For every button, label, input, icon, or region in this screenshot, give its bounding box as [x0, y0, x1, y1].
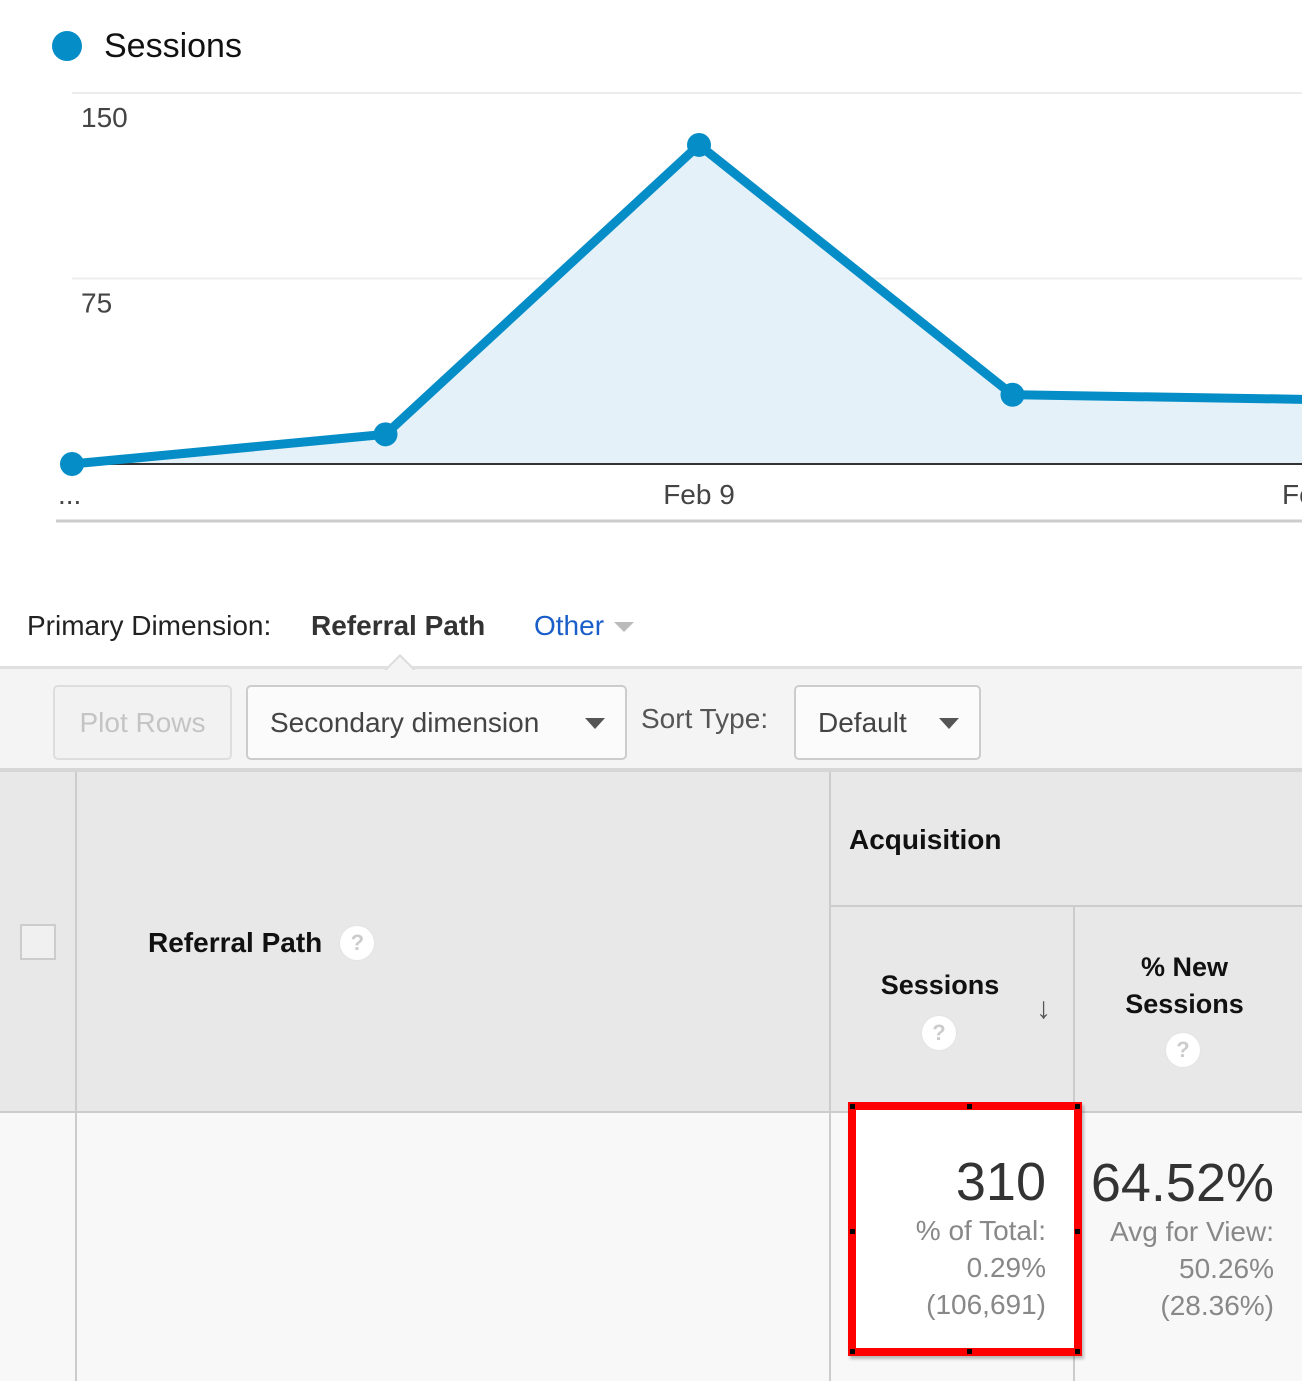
- percent-of-total-label: % of Total:: [915, 1215, 1046, 1246]
- help-icon[interactable]: ?: [1166, 1033, 1200, 1067]
- caret-down-icon: [585, 718, 605, 729]
- acquisition-title: Acquisition: [849, 824, 1002, 855]
- x-tick-label: Feb 9: [663, 479, 735, 510]
- help-icon[interactable]: ?: [340, 926, 375, 960]
- resize-handle-icon: [1075, 1229, 1080, 1234]
- sessions-area: [72, 144, 1302, 464]
- new-sessions-title-line2: Sessions: [1125, 989, 1244, 1019]
- sessions-summary: 310 % of Total: 0.29% (106,691): [916, 1152, 1046, 1323]
- legend-label: Sessions: [104, 27, 242, 65]
- plot-rows-label: Plot Rows: [79, 706, 206, 738]
- resize-handle-icon: [850, 1349, 855, 1354]
- resize-handle-icon: [1075, 1104, 1080, 1109]
- data-point: [1000, 382, 1025, 407]
- avg-for-view-label: Avg for View:: [1110, 1216, 1274, 1247]
- resize-handle-icon: [967, 1104, 972, 1109]
- referral-path-header[interactable]: Referral Path ?: [77, 772, 831, 1113]
- summary-new-sessions-cell: 64.52% Avg for View: 50.26% (28.36%): [1075, 1113, 1302, 1381]
- new-sessions-title-line1: % New: [1140, 952, 1229, 982]
- secondary-dimension-label: Secondary dimension: [270, 706, 540, 738]
- secondary-dimension-dropdown[interactable]: Secondary dimension: [246, 685, 627, 760]
- caret-down-icon: [614, 622, 635, 632]
- highlight-box: 310 % of Total: 0.29% (106,691): [848, 1102, 1082, 1356]
- data-point: [60, 452, 84, 476]
- summary-row-check-cell: [0, 1113, 77, 1381]
- y-tick-label: 75: [81, 288, 112, 319]
- resize-handle-icon: [850, 1229, 855, 1234]
- acquisition-group-header: Acquisition: [831, 772, 1302, 907]
- y-tick-label: 150: [81, 102, 128, 133]
- referral-path-column-title: Referral Path: [148, 927, 323, 958]
- other-label: Other: [534, 610, 605, 641]
- resize-handle-icon: [1075, 1349, 1080, 1354]
- sessions-legend-dot-icon: [52, 31, 82, 61]
- data-table: Referral Path ? Acquisition Sessions ? ↓…: [0, 772, 1302, 1381]
- sessions-column-header[interactable]: Sessions ? ↓: [831, 907, 1075, 1113]
- data-point: [373, 422, 398, 447]
- sort-type-label: Sort Type:: [641, 703, 769, 734]
- percent-of-total-value: 0.29%: [966, 1252, 1046, 1283]
- summary-row-path-cell: [77, 1113, 831, 1381]
- help-icon[interactable]: ?: [922, 1016, 956, 1050]
- new-sessions-summary: 64.52% Avg for View: 50.26% (28.36%): [1091, 1153, 1274, 1324]
- sort-type-value: Default: [818, 706, 907, 738]
- plot-rows-button[interactable]: Plot Rows: [53, 685, 232, 760]
- new-sessions-column-header[interactable]: % New Sessions ?: [1075, 907, 1302, 1113]
- primary-dimension-label: Primary Dimension:: [27, 610, 272, 641]
- avg-for-view-diff: (28.36%): [1160, 1290, 1274, 1321]
- avg-for-view-value: 50.26%: [1179, 1253, 1274, 1284]
- primary-dimension-bar: Primary Dimension: Referral Path Other: [0, 600, 1302, 666]
- select-all-checkbox[interactable]: [20, 924, 56, 960]
- sort-descending-arrow-icon[interactable]: ↓: [1036, 992, 1051, 1026]
- primary-dimension-other-dropdown[interactable]: Other: [534, 610, 635, 642]
- sort-type-dropdown[interactable]: Default: [794, 685, 981, 760]
- x-tick-label: ...: [58, 479, 81, 510]
- primary-dimension-referral-path[interactable]: Referral Path: [311, 610, 485, 642]
- x-tick-label: Fe: [1282, 479, 1302, 510]
- sessions-chart: ... Feb 9 Fe 150 75: [56, 92, 1302, 523]
- table-toolbar: Plot Rows Secondary dimension Sort Type:…: [0, 666, 1302, 772]
- sessions-column-title: Sessions: [880, 970, 1000, 1000]
- new-sessions-column-title: % New Sessions: [1071, 949, 1298, 1023]
- sessions-value: 310: [955, 1152, 1046, 1212]
- resize-handle-icon: [850, 1104, 855, 1109]
- active-dimension-pointer-icon: [383, 654, 415, 670]
- chart-legend: Sessions: [52, 28, 242, 64]
- new-sessions-value: 64.52%: [1090, 1153, 1274, 1213]
- select-all-header: [0, 772, 77, 1113]
- resize-handle-icon: [967, 1349, 972, 1354]
- caret-down-icon: [939, 718, 959, 729]
- data-point: [687, 132, 711, 157]
- total-sessions-value: (106,691): [926, 1289, 1046, 1320]
